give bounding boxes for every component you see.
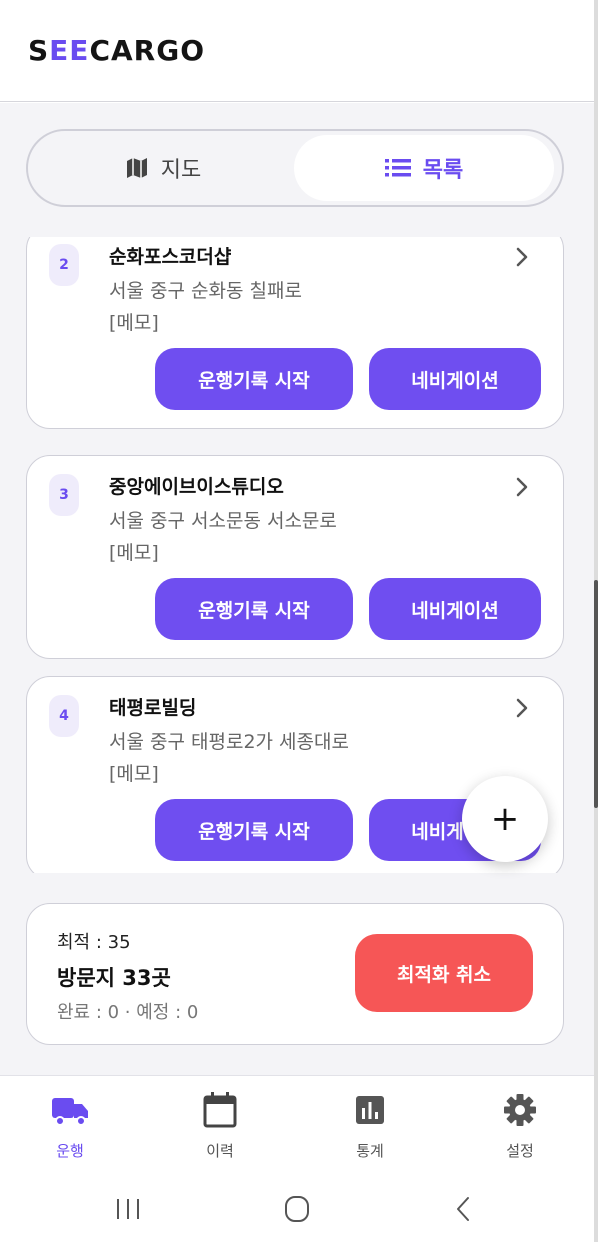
stop-memo: [메모] (109, 312, 159, 334)
system-navigation-bar (0, 1175, 594, 1242)
view-toggle: 지도 목록 (26, 129, 564, 207)
start-log-button[interactable]: 운행기록 시작 (155, 578, 353, 640)
route-summary-card: 최적 : 35 방문지 33곳 완료 : 0 · 예정 : 0 최적화 취소 (26, 903, 564, 1045)
stop-memo: [메모] (109, 763, 159, 785)
nav-item-history[interactable]: 이력 (170, 1090, 270, 1170)
map-icon (126, 158, 147, 178)
recent-apps-icon[interactable] (108, 1193, 148, 1225)
stop-name: 순화포스코더샵 (109, 246, 232, 268)
stop-address: 서울 중구 순화동 칠패로 (109, 280, 302, 302)
stop-address: 서울 중구 서소문동 서소문로 (109, 510, 337, 532)
nav-item-settings[interactable]: 설정 (470, 1090, 570, 1170)
map-view-option[interactable]: 지도 (34, 135, 292, 201)
progress-status: 완료 : 0 · 예정 : 0 (57, 1002, 199, 1023)
nav-label-stats: 통계 (356, 1142, 384, 1160)
stop-card[interactable]: 3 중앙에이브이스튜디오 서울 중구 서소문동 서소문로 [메모] 운행기록 시… (26, 455, 564, 659)
start-log-button[interactable]: 운행기록 시작 (155, 348, 353, 410)
chevron-right-icon[interactable] (511, 476, 533, 498)
stop-name: 태평로빌딩 (109, 697, 197, 719)
nav-label-history: 이력 (206, 1142, 234, 1160)
chart-icon (356, 1096, 384, 1124)
stop-memo: [메모] (109, 542, 159, 564)
stop-name: 중앙에이브이스튜디오 (109, 476, 284, 498)
bottom-navigation: 운행 이력 통계 설정 (0, 1075, 594, 1175)
plus-icon: + (490, 799, 520, 839)
add-stop-button[interactable]: + (462, 776, 548, 862)
truck-icon (52, 1098, 88, 1126)
stop-number-badge: 4 (49, 695, 79, 737)
scrollbar-thumb[interactable] (594, 580, 598, 808)
optimal-count: 최적 : 35 (57, 932, 131, 953)
nav-label-drive: 운행 (56, 1142, 84, 1160)
seecargo-logo: SEECARGO (28, 34, 206, 67)
main-content: 지도 목록 2 순화포스코더샵 서울 중구 순화동 칠패로 [메모] 운행기록 … (0, 103, 594, 1075)
stop-number-badge: 2 (49, 244, 79, 286)
nav-item-drive[interactable]: 운행 (20, 1090, 120, 1170)
map-view-label: 지도 (160, 158, 202, 183)
nav-item-stats[interactable]: 통계 (320, 1090, 420, 1170)
back-icon[interactable] (444, 1193, 484, 1225)
stop-address: 서울 중구 태평로2가 세종대로 (109, 731, 349, 753)
start-log-button[interactable]: 운행기록 시작 (155, 799, 353, 861)
list-view-option[interactable]: 목록 (294, 135, 554, 201)
list-icon (384, 159, 411, 177)
app-header: SEECARGO (0, 0, 594, 102)
cancel-optimization-button[interactable]: 최적화 취소 (355, 934, 533, 1012)
home-icon[interactable] (277, 1193, 317, 1225)
nav-label-settings: 설정 (506, 1142, 534, 1160)
calendar-icon (203, 1092, 237, 1128)
chevron-right-icon[interactable] (511, 697, 533, 719)
navigation-button[interactable]: 네비게이션 (369, 578, 541, 640)
list-view-label: 목록 (422, 158, 464, 183)
stop-number-badge: 3 (49, 474, 79, 516)
navigation-button[interactable]: 네비게이션 (369, 348, 541, 410)
visit-count: 방문지 33곳 (57, 966, 171, 990)
stop-card[interactable]: 2 순화포스코더샵 서울 중구 순화동 칠패로 [메모] 운행기록 시작 네비게… (26, 237, 564, 429)
chevron-right-icon[interactable] (511, 246, 533, 268)
gear-icon (504, 1094, 536, 1126)
